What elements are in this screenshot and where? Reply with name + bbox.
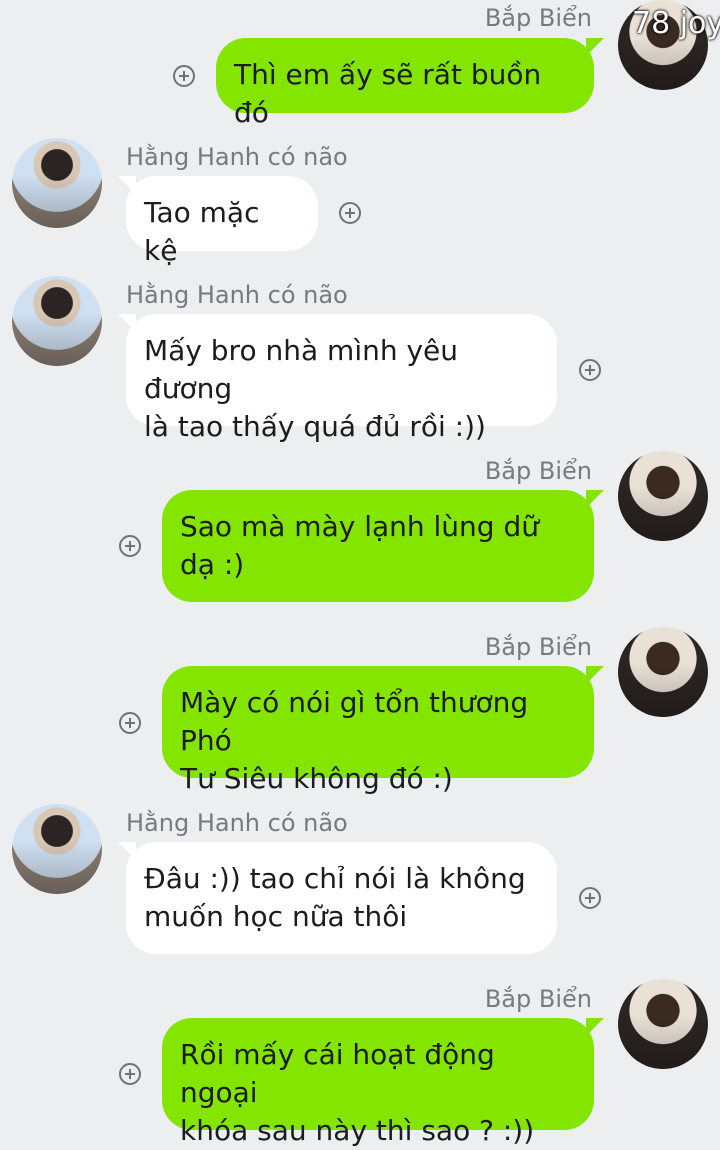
message-text: Đâu :)) tao chỉ nói là không muốn học nữ… [144, 862, 526, 933]
plus-circle-icon[interactable] [119, 712, 141, 734]
bubble-tail [118, 176, 136, 194]
plus-circle-icon[interactable] [119, 1063, 141, 1085]
avatar[interactable] [12, 138, 102, 228]
message-bubble[interactable]: Mấy bro nhà mình yêu đương là tao thấy q… [126, 314, 557, 443]
sender-name: Hằng Hanh có não [126, 281, 348, 309]
bubble-tail [586, 666, 604, 684]
bubble-tail [586, 38, 604, 56]
message-text: Mấy bro nhà mình yêu đương là tao thấy q… [144, 334, 486, 443]
message-text: Tao mặc kệ [144, 196, 260, 267]
avatar[interactable] [618, 979, 708, 1069]
bubble-tail [586, 490, 604, 508]
bubble-tail [586, 1018, 604, 1036]
message-bubble[interactable]: Thì em ấy sẽ rất buồn đó [216, 38, 594, 129]
plus-circle-icon[interactable] [119, 535, 141, 557]
message-bubble[interactable]: Mày có nói gì tổn thương Phó Tư Siêu khô… [162, 666, 594, 795]
avatar[interactable] [618, 627, 708, 717]
sender-name: Bắp Biển [484, 4, 592, 32]
watermark: 78 joy [632, 6, 720, 41]
message-bubble[interactable]: Sao mà mày lạnh lùng dữ dạ :) [162, 490, 594, 602]
sender-name: Hằng Hanh có não [126, 809, 348, 837]
avatar[interactable] [12, 276, 102, 366]
message-text: Sao mà mày lạnh lùng dữ dạ :) [180, 510, 539, 581]
message-bubble[interactable]: Tao mặc kệ [126, 176, 318, 267]
avatar[interactable] [12, 804, 102, 894]
plus-circle-icon[interactable] [339, 202, 361, 224]
message-text: Mày có nói gì tổn thương Phó Tư Siêu khô… [180, 686, 529, 795]
bubble-tail [118, 314, 136, 332]
sender-name: Bắp Biển [484, 457, 592, 485]
sender-name: Hằng Hanh có não [126, 143, 348, 171]
plus-circle-icon[interactable] [579, 359, 601, 381]
message-bubble[interactable]: Đâu :)) tao chỉ nói là không muốn học nữ… [126, 842, 557, 954]
message-text: Thì em ấy sẽ rất buồn đó [234, 58, 542, 129]
plus-circle-icon[interactable] [173, 65, 195, 87]
sender-name: Bắp Biển [484, 633, 592, 661]
message-bubble[interactable]: Rồi mấy cái hoạt động ngoại khóa sau này… [162, 1018, 594, 1147]
bubble-tail [118, 842, 136, 860]
plus-circle-icon[interactable] [579, 887, 601, 909]
message-text: Rồi mấy cái hoạt động ngoại khóa sau này… [180, 1038, 535, 1147]
avatar[interactable] [618, 451, 708, 541]
sender-name: Bắp Biển [484, 985, 592, 1013]
